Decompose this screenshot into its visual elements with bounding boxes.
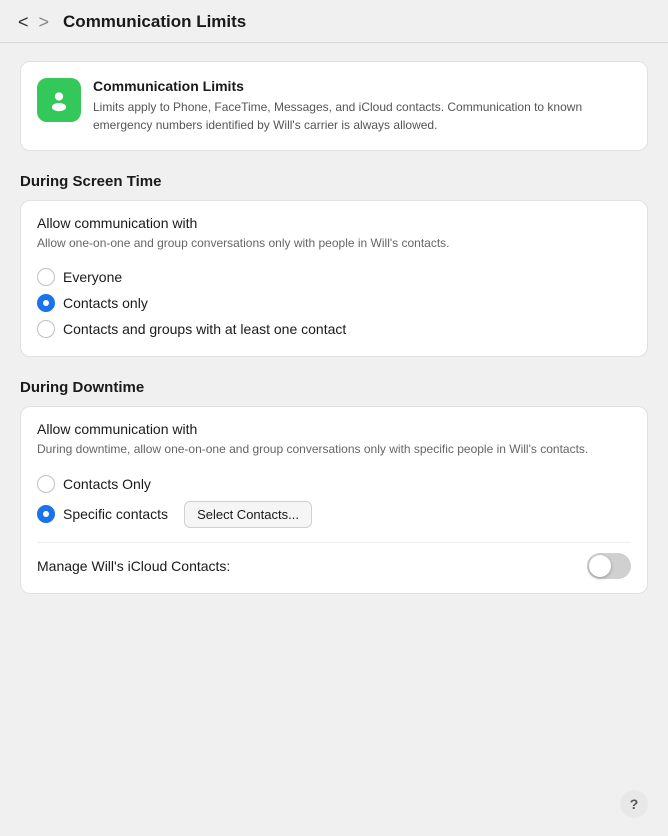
info-text: Communication Limits Limits apply to Pho… [93, 78, 631, 134]
downtime-card-desc: During downtime, allow one-on-one and gr… [37, 441, 631, 458]
downtime-card: Allow communication with During downtime… [20, 406, 648, 593]
screen-time-card: Allow communication with Allow one-on-on… [20, 200, 648, 357]
radio-contacts-only-label: Contacts only [63, 295, 148, 311]
main-content: Communication Limits Limits apply to Pho… [0, 43, 668, 696]
radio-contacts-only-dt-indicator [37, 475, 55, 493]
page-title: Communication Limits [63, 12, 246, 32]
radio-contacts-groups-indicator [37, 320, 55, 338]
downtime-header: During Downtime [20, 379, 648, 396]
screen-time-card-title: Allow communication with [37, 215, 631, 231]
radio-contacts-only-indicator [37, 294, 55, 312]
radio-contacts-groups[interactable]: Contacts and groups with at least one co… [37, 316, 631, 342]
radio-specific-contacts-label: Specific contacts [63, 506, 168, 522]
radio-contacts-only-dt-label: Contacts Only [63, 476, 151, 492]
radio-contacts-only-dt[interactable]: Contacts Only [37, 471, 631, 497]
screen-time-card-desc: Allow one-on-one and group conversations… [37, 235, 631, 252]
info-card-desc: Limits apply to Phone, FaceTime, Message… [93, 98, 631, 134]
manage-icloud-label: Manage Will's iCloud Contacts: [37, 558, 230, 574]
app-icon [37, 78, 81, 122]
radio-everyone-label: Everyone [63, 269, 122, 285]
forward-button[interactable]: > [37, 13, 52, 31]
radio-contacts-groups-label: Contacts and groups with at least one co… [63, 321, 346, 337]
radio-specific-contacts[interactable]: Specific contacts Select Contacts... [37, 497, 631, 532]
downtime-card-title: Allow communication with [37, 421, 631, 437]
info-card: Communication Limits Limits apply to Pho… [20, 61, 648, 151]
back-button[interactable]: < [16, 13, 31, 31]
info-card-title: Communication Limits [93, 78, 631, 94]
radio-everyone-indicator [37, 268, 55, 286]
radio-contacts-only[interactable]: Contacts only [37, 290, 631, 316]
icloud-contacts-toggle[interactable] [587, 553, 631, 579]
select-contacts-button[interactable]: Select Contacts... [184, 501, 312, 528]
title-bar: < > Communication Limits [0, 0, 668, 43]
nav-buttons: < > [16, 13, 51, 31]
toggle-knob [589, 555, 611, 577]
radio-everyone[interactable]: Everyone [37, 264, 631, 290]
radio-specific-contacts-indicator [37, 505, 55, 523]
screen-time-header: During Screen Time [20, 173, 648, 190]
manage-icloud-row: Manage Will's iCloud Contacts: [37, 542, 631, 579]
help-button[interactable]: ? [620, 790, 648, 818]
